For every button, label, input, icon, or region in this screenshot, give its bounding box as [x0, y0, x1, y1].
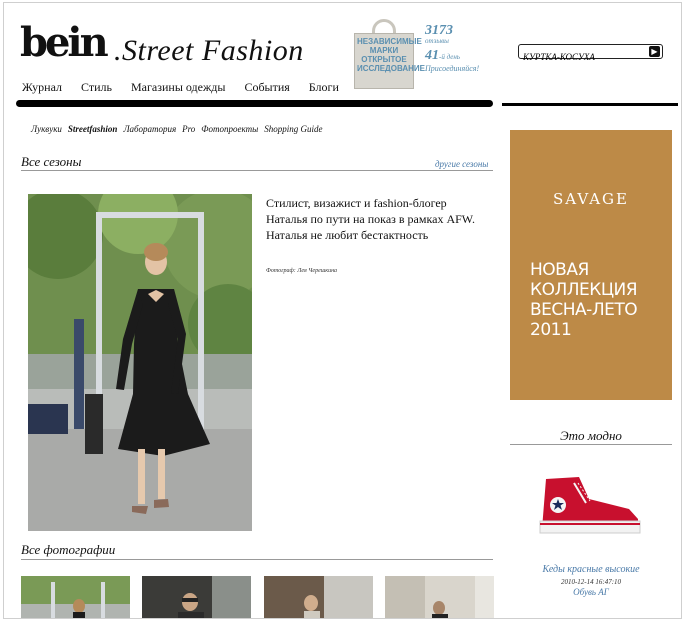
nav-item-shops[interactable]: Магазины одежды — [131, 80, 225, 95]
photo-caption: Стилист, визажист и fashion-блогер Натал… — [266, 196, 476, 242]
trend-title: Это модно — [560, 428, 622, 443]
main-nav: Журнал Стиль Магазины одежды События Бло… — [22, 80, 339, 95]
search-box: ▶ — [518, 44, 663, 64]
site-logo[interactable]: bein — [20, 23, 109, 63]
ad-brand: SAVAGE — [553, 190, 629, 208]
photo-illustration — [28, 194, 252, 531]
thumbnail[interactable] — [21, 576, 130, 618]
site-name: .Street Fashion — [114, 34, 304, 67]
sub-nav: Луквуки Streetfashion Лаборатория Pro Фо… — [31, 124, 322, 134]
sneaker-product-image[interactable] — [534, 469, 644, 539]
tote-bag-promo[interactable]: НЕЗАВИСИМЫЕ МАРКИ ОТКРЫТОЕ ИССЛЕДОВАНИЕ — [354, 19, 425, 89]
thumbnail[interactable] — [264, 576, 373, 618]
thumbnail-image — [21, 576, 130, 618]
subnav-item-photoprojects[interactable]: Фотопроекты — [201, 124, 258, 134]
search-arrow-icon[interactable]: ▶ — [649, 46, 660, 57]
section-title-seasons: Все сезоны — [21, 154, 82, 169]
nav-item-journal[interactable]: Журнал — [22, 80, 62, 95]
header-divider-right — [502, 103, 678, 106]
street-style-photo[interactable] — [28, 194, 252, 531]
bag-text: НЕЗАВИСИМЫЕ МАРКИ ОТКРЫТОЕ ИССЛЕДОВАНИЕ — [357, 37, 425, 73]
subnav-item-streetfashion[interactable]: Streetfashion — [68, 124, 118, 134]
subnav-item-lookbook[interactable]: Луквуки — [31, 124, 62, 134]
subnav-item-pro[interactable]: Pro — [182, 124, 195, 134]
product-name-link[interactable]: Кеды красные высокие — [510, 564, 672, 575]
nav-item-style[interactable]: Стиль — [81, 80, 112, 95]
thumbnail-image — [385, 576, 494, 618]
stat-daily-label: -й день — [439, 53, 460, 61]
section-divider — [21, 170, 493, 171]
search-input[interactable] — [519, 50, 643, 64]
trend-divider — [510, 444, 672, 445]
header-divider-left — [16, 100, 493, 107]
section-divider-photos — [21, 559, 493, 560]
community-stats: 3173 отзывы 41-й день Присоединяйся! — [425, 23, 479, 73]
thumbnail-image — [142, 576, 251, 618]
other-seasons-link[interactable]: другие сезоны — [435, 159, 488, 169]
nav-item-blogs[interactable]: Блоги — [309, 80, 339, 95]
savage-ad-banner[interactable]: SAVAGE НОВАЯ КОЛЛЕКЦИЯ ВЕСНА-ЛЕТО 2011 — [510, 130, 672, 400]
subnav-item-lab[interactable]: Лаборатория — [123, 124, 176, 134]
section-title-all-photos: Все фотографии — [21, 542, 116, 557]
stat-daily: 41-й день — [425, 48, 479, 64]
stat-daily-value: 41 — [425, 48, 439, 63]
photo-credit: Фотограф: Лея Черешкина — [266, 268, 338, 274]
subnav-item-shopping-guide[interactable]: Shopping Guide — [264, 124, 322, 134]
page-frame: bein .Street Fashion НЕЗАВИСИМЫЕ МАРКИ О… — [3, 2, 682, 619]
join-link[interactable]: Присоединяйся! — [425, 64, 479, 73]
ad-text: НОВАЯ КОЛЛЕКЦИЯ ВЕСНА-ЛЕТО 2011 — [530, 260, 638, 340]
product-date: 2010-12-14 16:47:10 — [560, 578, 622, 586]
product-brand-link[interactable]: Обувь АГ — [510, 587, 672, 597]
thumbnail[interactable] — [142, 576, 251, 618]
nav-item-events[interactable]: События — [244, 80, 289, 95]
thumbnail-image — [264, 576, 373, 618]
red-sneaker-illustration — [539, 477, 641, 534]
thumbnail[interactable] — [385, 576, 494, 618]
